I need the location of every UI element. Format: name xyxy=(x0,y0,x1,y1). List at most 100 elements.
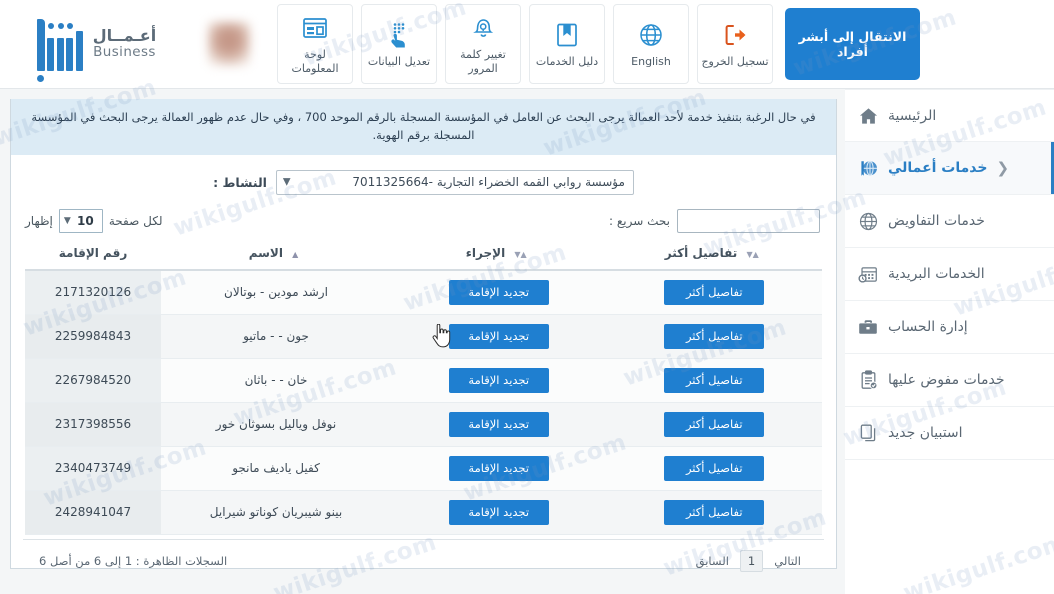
logo-dot xyxy=(67,23,74,29)
sidebar-item-label: إدارة الحساب xyxy=(888,319,968,335)
cell-action: تجديد الإقامة xyxy=(391,358,607,403)
avatar[interactable] xyxy=(208,22,250,66)
logo-bar xyxy=(75,31,83,71)
cell-residency-id: 2317398556 xyxy=(25,402,161,447)
logo-dot xyxy=(36,75,44,82)
cell-action: تجديد الإقامة xyxy=(391,446,607,491)
go-to-absher-individuals-button[interactable]: الانتقال إلى أبشر أفراد xyxy=(785,8,920,80)
table-header-row: ▲▼ تفاصيل أكثر ▲▼ الإجراء ▲ الاسم رقم ال… xyxy=(25,238,822,271)
abshir-business-logo-icon xyxy=(36,17,83,82)
records-info: السجلات الظاهرة : 1 إلى 6 من أصل 6 xyxy=(39,553,228,568)
table-row: تفاصيل أكثر تجديد الإقامة خان - - باثان … xyxy=(25,358,822,403)
renew-residency-button[interactable]: تجديد الإقامة xyxy=(448,367,549,393)
top-header: أعـمــال Business لوحة المعلومات تعديل ا… xyxy=(0,0,1054,89)
column-header-action[interactable]: ▲▼ الإجراء xyxy=(391,238,607,271)
cell-more-details: تفاصيل أكثر xyxy=(606,314,822,359)
more-details-button[interactable]: تفاصيل أكثر xyxy=(664,455,765,481)
column-header-residency-id[interactable]: رقم الإقامة xyxy=(25,238,161,271)
cell-name: بينو شيبريان كوناتو شيرايل xyxy=(161,490,391,535)
sidebar-item-delegated-services[interactable]: خدمات مفوض عليها xyxy=(845,354,1054,407)
logo-bar xyxy=(56,23,64,71)
pagination: السابق 1 التالي xyxy=(689,549,808,572)
activity-selector-row: النشاط : مؤسسة روابي القمه الخضراء التجا… xyxy=(11,156,836,201)
show-entries-label-before: إظهار xyxy=(25,213,53,228)
pagination-previous[interactable]: السابق xyxy=(689,551,736,571)
cell-more-details: تفاصيل أكثر xyxy=(606,358,822,403)
column-header-label: تفاصيل أكثر xyxy=(664,245,738,260)
sidebar-item-new-survey[interactable]: استبيان جديد xyxy=(845,407,1054,460)
user-avatar-container[interactable] xyxy=(185,0,273,89)
main-content: في حال الرغبة بتنفيذ خدمة لأحد العمالة ي… xyxy=(0,89,845,594)
more-details-button[interactable]: تفاصيل أكثر xyxy=(664,323,765,349)
cell-residency-id: 2171320126 xyxy=(25,269,161,315)
activity-select-wrapper: مؤسسة روابي القمه الخضراء التجارية -7011… xyxy=(275,169,634,195)
nav-tile-label: تغيير كلمة المرور xyxy=(460,47,506,75)
more-details-button[interactable]: تفاصيل أكثر xyxy=(664,411,765,437)
activity-label: النشاط : xyxy=(213,174,267,190)
table-tools-row: إظهار 10 ▼ لكل صفحة بحث سريع : xyxy=(11,201,836,239)
cell-action: تجديد الإقامة xyxy=(391,402,607,447)
nav-tile-edit-data[interactable]: تعديل البيانات xyxy=(361,4,437,84)
home-icon xyxy=(857,107,879,125)
table-row: تفاصيل أكثر تجديد الإقامة بينو شيبريان ك… xyxy=(25,490,822,535)
nav-tile-english[interactable]: English xyxy=(613,4,689,84)
book-icon xyxy=(555,20,579,50)
page-size-value: 10 xyxy=(77,213,94,228)
sidebar-item-home[interactable]: الرئيسية xyxy=(845,89,1054,142)
show-entries-label-after: لكل صفحة xyxy=(108,213,163,228)
renew-residency-button[interactable]: تجديد الإقامة xyxy=(448,323,549,349)
nav-tile-logout[interactable]: تسجيل الخروج xyxy=(697,4,773,84)
logo-bar xyxy=(47,23,55,71)
pagination-page-1[interactable]: 1 xyxy=(739,549,764,572)
column-header-name[interactable]: ▲ الاسم xyxy=(161,238,391,271)
cell-name: جون - - ماتيو xyxy=(161,314,391,359)
page-body: الرئيسية خدمات أعمالي ❮ خدمات التفاويض ا… xyxy=(0,89,1054,594)
cell-name: نوفل وياليل بسوثان خور xyxy=(161,402,391,447)
logo-alef xyxy=(36,19,45,82)
sidebar-item-delegation-services[interactable]: خدمات التفاويض xyxy=(845,195,1054,248)
more-details-button[interactable]: تفاصيل أكثر xyxy=(664,279,765,305)
chevron-left-icon: ❮ xyxy=(996,158,1010,177)
column-header-more-details[interactable]: ▲▼ تفاصيل أكثر xyxy=(606,238,822,271)
nav-tile-change-password[interactable]: تغيير كلمة المرور xyxy=(445,4,521,84)
column-header-label: رقم الإقامة xyxy=(58,245,128,260)
renew-residency-button[interactable]: تجديد الإقامة xyxy=(448,279,549,305)
show-entries-control: إظهار 10 ▼ لكل صفحة xyxy=(25,208,163,233)
renew-residency-button[interactable]: تجديد الإقامة xyxy=(448,499,549,525)
renew-residency-button[interactable]: تجديد الإقامة xyxy=(448,411,549,437)
page-size-select[interactable]: 10 ▼ xyxy=(58,208,103,233)
content-card: في حال الرغبة بتنفيذ خدمة لأحد العمالة ي… xyxy=(10,99,837,572)
cell-residency-id: 2428941047 xyxy=(25,490,161,535)
header-nav-tiles: لوحة المعلومات تعديل البيانات تغيير كلمة… xyxy=(273,4,777,84)
nav-tile-dashboard[interactable]: لوحة المعلومات xyxy=(277,4,353,84)
copy-icon xyxy=(857,423,879,443)
nav-tile-label: لوحة المعلومات xyxy=(291,47,339,75)
info-notice: في حال الرغبة بتنفيذ خدمة لأحد العمالة ي… xyxy=(11,99,836,156)
sidebar-item-business-services[interactable]: خدمات أعمالي ❮ xyxy=(845,142,1054,195)
business-services-icon xyxy=(857,159,879,178)
logo-dot xyxy=(57,23,64,29)
table-row: تفاصيل أكثر تجديد الإقامة جون - - ماتيو … xyxy=(25,314,822,359)
clipboard-check-icon xyxy=(857,370,879,390)
activity-select[interactable]: مؤسسة روابي القمه الخضراء التجارية -7011… xyxy=(275,169,634,195)
activity-select-value: مؤسسة روابي القمه الخضراء التجارية -7011… xyxy=(352,175,625,190)
more-details-button[interactable]: تفاصيل أكثر xyxy=(664,367,765,393)
pagination-next[interactable]: التالي xyxy=(767,551,808,571)
renew-residency-button[interactable]: تجديد الإقامة xyxy=(448,455,549,481)
cell-name: كفيل ياديف مانجو xyxy=(161,446,391,491)
cell-more-details: تفاصيل أكثر xyxy=(606,402,822,447)
table-head: ▲▼ تفاصيل أكثر ▲▼ الإجراء ▲ الاسم رقم ال… xyxy=(25,238,822,271)
nav-tile-services-guide[interactable]: دليل الخدمات xyxy=(529,4,605,84)
brand-name-arabic: أعـمــال xyxy=(92,26,157,46)
cell-residency-id: 2340473749 xyxy=(25,446,161,491)
search-input[interactable] xyxy=(677,208,820,233)
employees-table: ▲▼ تفاصيل أكثر ▲▼ الإجراء ▲ الاسم رقم ال… xyxy=(25,238,822,535)
table-footer: السجلات الظاهرة : 1 إلى 6 من أصل 6 الساب… xyxy=(23,538,824,584)
sidebar-item-account-management[interactable]: إدارة الحساب xyxy=(845,301,1054,354)
sidebar-item-label: خدمات التفاويض xyxy=(888,213,985,229)
more-details-button[interactable]: تفاصيل أكثر xyxy=(664,499,765,525)
cell-name: ارشد مودين - بوتالان xyxy=(161,269,391,315)
sidebar-item-postal-services[interactable]: الخدمات البريدية xyxy=(845,248,1054,301)
column-header-label: الاسم xyxy=(248,245,283,260)
quick-search-label: بحث سريع : xyxy=(609,213,670,228)
